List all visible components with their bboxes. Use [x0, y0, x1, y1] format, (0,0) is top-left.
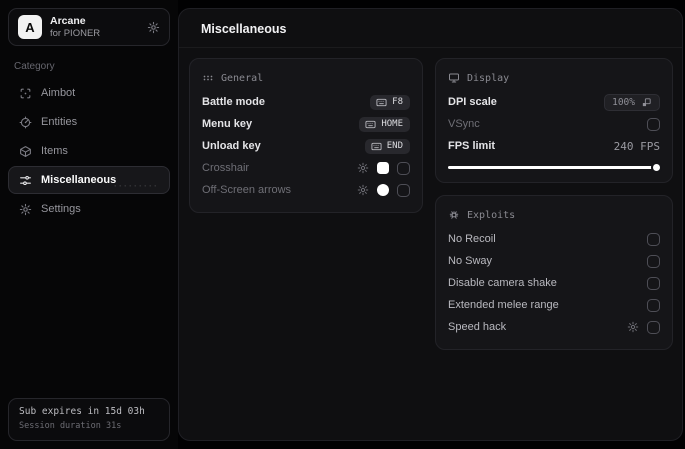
radar-icon: [19, 116, 32, 129]
setting-row-fps-limit: FPS limit 240 FPS: [448, 135, 660, 157]
gear-icon[interactable]: [357, 162, 369, 174]
setting-row-disable-camera-shake: Disable camera shake: [448, 272, 660, 294]
gear-icon[interactable]: [357, 184, 369, 196]
keyboard-icon: [365, 119, 376, 130]
setting-label: VSync: [448, 118, 480, 130]
color-swatch[interactable]: [377, 184, 389, 196]
keyboard-icon: [376, 97, 387, 108]
setting-label: Crosshair: [202, 162, 250, 174]
setting-label: No Recoil: [448, 233, 496, 245]
sliders-icon: [19, 174, 32, 187]
checkbox-no-sway[interactable]: [647, 254, 660, 268]
fps-slider-knob[interactable]: [653, 164, 660, 171]
setting-row-menu-key: Menu key HOME: [202, 113, 410, 135]
keybind-chip[interactable]: HOME: [359, 116, 410, 132]
dpi-scale-input[interactable]: 100%: [604, 93, 660, 111]
setting-row-speed-hack: Speed hack: [448, 316, 660, 338]
fps-limit-value: 240 FPS: [613, 139, 660, 153]
card-title: General: [221, 72, 264, 84]
scale-icon: [641, 97, 652, 108]
checkbox-no-recoil[interactable]: [647, 232, 660, 246]
sidebar-item-settings[interactable]: Settings: [8, 195, 170, 223]
sidebar-item-label: Settings: [41, 203, 81, 215]
settings-icon[interactable]: [147, 21, 160, 34]
display-card: Display DPI scale 100% VSync FPS limit 2…: [435, 58, 673, 183]
keybind-value: F8: [392, 97, 403, 107]
sidebar-item-items[interactable]: Items: [8, 137, 170, 165]
session-duration-text: Session duration 31s: [19, 420, 122, 431]
fps-slider[interactable]: [448, 164, 660, 171]
page-title: Miscellaneous: [201, 22, 287, 36]
checkbox-offscreen-arrows[interactable]: [397, 183, 410, 197]
setting-row-offscreen-arrows: Off-Screen arrows: [202, 179, 410, 201]
category-label: Category: [14, 61, 55, 72]
scan-icon: [19, 87, 32, 100]
setting-row-no-recoil: No Recoil: [448, 228, 660, 250]
checkbox-speed-hack[interactable]: [647, 320, 660, 334]
sidebar-item-miscellaneous[interactable]: Miscellaneous ·········: [8, 166, 170, 194]
setting-label: Disable camera shake: [448, 277, 557, 289]
app-subtitle: for PIONER: [50, 27, 101, 39]
cube-icon: [19, 145, 32, 158]
sidebar-item-label: Aimbot: [41, 87, 76, 99]
fps-slider-track: [448, 166, 660, 169]
setting-label: Unload key: [202, 140, 261, 152]
active-item-dots: ·········: [114, 181, 159, 191]
keybind-value: HOME: [381, 119, 403, 129]
sidebar-item-label: Miscellaneous: [41, 174, 117, 186]
setting-row-extended-melee-range: Extended melee range: [448, 294, 660, 316]
sidebar-item-label: Items: [41, 145, 68, 157]
setting-row-crosshair: Crosshair: [202, 157, 410, 179]
setting-row-battle-mode: Battle mode F8: [202, 91, 410, 113]
main-panel: Miscellaneous General Battle mode F8 Men…: [178, 8, 683, 441]
checkbox-vsync[interactable]: [647, 117, 660, 131]
setting-row-no-sway: No Sway: [448, 250, 660, 272]
setting-row-unload-key: Unload key END: [202, 135, 410, 157]
gear-icon: [19, 203, 32, 216]
color-swatch[interactable]: [377, 162, 389, 174]
app-logo: A: [18, 15, 42, 39]
card-title: Exploits: [467, 209, 516, 221]
keyboard-icon: [371, 141, 382, 152]
sub-expiry-text: Sub expires in 15d 03h: [19, 406, 145, 418]
sidebar-item-aimbot[interactable]: Aimbot: [8, 79, 170, 107]
general-card: General Battle mode F8 Menu key HOME Unl…: [189, 58, 423, 213]
setting-label: DPI scale: [448, 96, 497, 108]
exploits-card: Exploits No Recoil No Sway Disable camer…: [435, 195, 673, 350]
app-name: Arcane: [50, 14, 86, 27]
checkbox-disable-camera-shake[interactable]: [647, 276, 660, 290]
monitor-icon: [448, 72, 460, 84]
gear-icon[interactable]: [627, 321, 639, 333]
checkbox-extended-melee-range[interactable]: [647, 298, 660, 312]
keybind-chip[interactable]: END: [364, 138, 410, 154]
sidebar: A Arcane for PIONER Category Aimbot Enti…: [0, 0, 178, 449]
checkbox-crosshair[interactable]: [397, 161, 410, 175]
setting-row-vsync: VSync: [448, 113, 660, 135]
dpi-scale-value: 100%: [612, 96, 635, 108]
setting-label: Speed hack: [448, 321, 507, 333]
subscription-info: Sub expires in 15d 03h Session duration …: [8, 398, 170, 441]
setting-label: No Sway: [448, 255, 493, 267]
setting-label: Extended melee range: [448, 299, 559, 311]
card-title: Display: [467, 72, 510, 84]
grid-dots-icon: [202, 72, 214, 84]
bug-icon: [448, 209, 460, 221]
setting-label: FPS limit: [448, 140, 496, 152]
setting-label: Battle mode: [202, 96, 265, 108]
setting-row-dpi-scale: DPI scale 100%: [448, 91, 660, 113]
sidebar-item-label: Entities: [41, 116, 78, 128]
sidebar-item-entities[interactable]: Entities: [8, 108, 170, 136]
setting-label: Menu key: [202, 118, 253, 130]
keybind-chip[interactable]: F8: [370, 94, 410, 110]
keybind-value: END: [386, 141, 403, 151]
setting-label: Off-Screen arrows: [202, 184, 292, 196]
main-header: Miscellaneous: [179, 9, 682, 48]
brand-card: A Arcane for PIONER: [8, 8, 170, 46]
sidebar-nav: Aimbot Entities Items Miscellaneous ····…: [8, 79, 170, 223]
